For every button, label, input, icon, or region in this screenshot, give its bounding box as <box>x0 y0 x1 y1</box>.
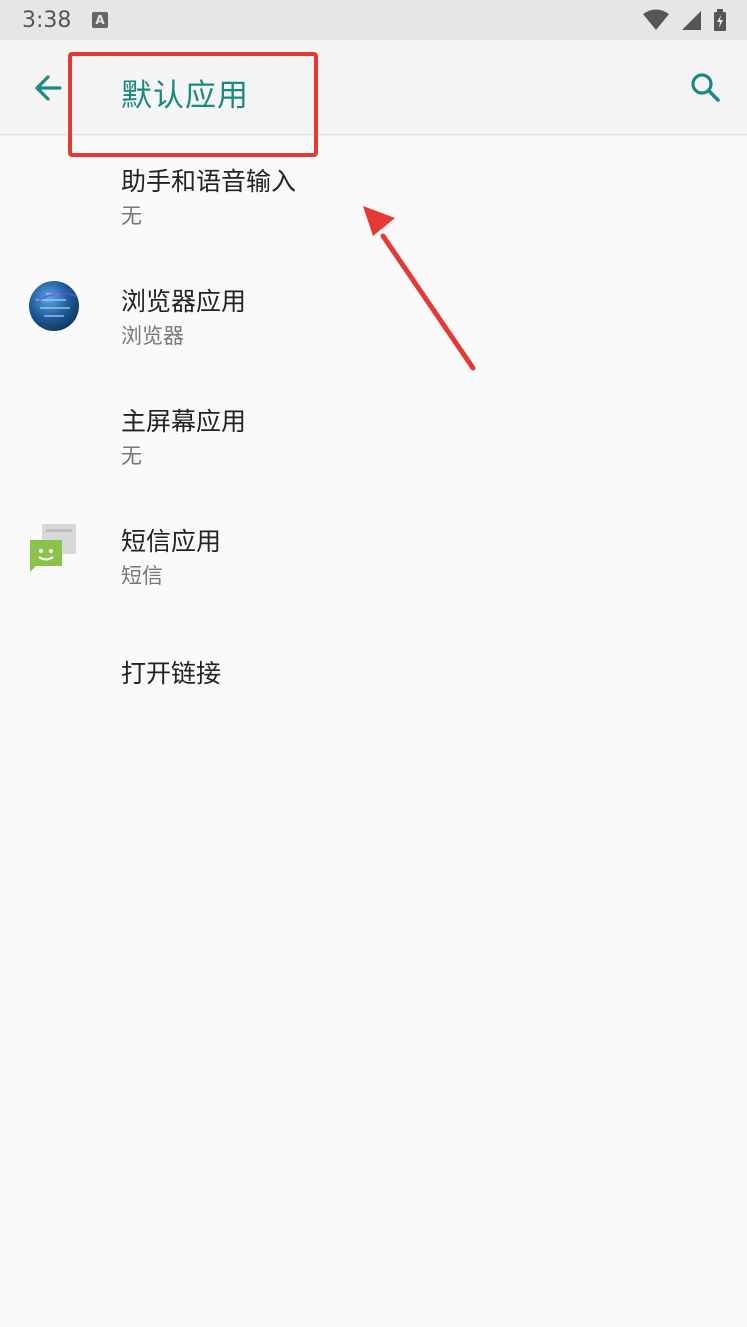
search-icon <box>691 73 720 102</box>
search-button[interactable] <box>681 64 729 112</box>
globe-icon <box>26 278 82 334</box>
sms-icon <box>26 518 82 574</box>
status-time: 3:38 <box>22 8 72 33</box>
item-title: 浏览器应用 <box>121 287 247 316</box>
status-icons <box>637 9 727 31</box>
list-item-open-links[interactable]: 打开链接 <box>0 614 747 734</box>
item-title: 助手和语音输入 <box>121 167 297 196</box>
wifi-icon <box>642 9 669 30</box>
item-subtitle: 浏览器 <box>121 324 184 348</box>
back-button[interactable] <box>24 64 72 112</box>
list-item-sms[interactable]: 短信应用 短信 <box>0 494 747 614</box>
item-subtitle: 短信 <box>121 564 163 588</box>
item-title: 主屏幕应用 <box>121 407 247 436</box>
item-title: 打开链接 <box>121 659 222 688</box>
default-apps-list: 助手和语音输入 无 浏览器应用 浏览器 主屏幕应用 无 短信应用 短信 打开链接 <box>0 134 747 734</box>
list-item-home[interactable]: 主屏幕应用 无 <box>0 374 747 494</box>
item-title: 短信应用 <box>121 527 222 556</box>
item-subtitle: 无 <box>121 444 142 468</box>
signal-icon <box>681 11 701 30</box>
list-item-browser[interactable]: 浏览器应用 浏览器 <box>0 254 747 374</box>
list-item-assistant[interactable]: 助手和语音输入 无 <box>0 134 747 254</box>
notification-icon: A <box>92 12 108 28</box>
arrow-left-icon <box>35 75 62 101</box>
battery-icon <box>714 9 726 31</box>
item-subtitle: 无 <box>121 204 142 228</box>
status-bar: 3:38 A <box>0 0 747 40</box>
